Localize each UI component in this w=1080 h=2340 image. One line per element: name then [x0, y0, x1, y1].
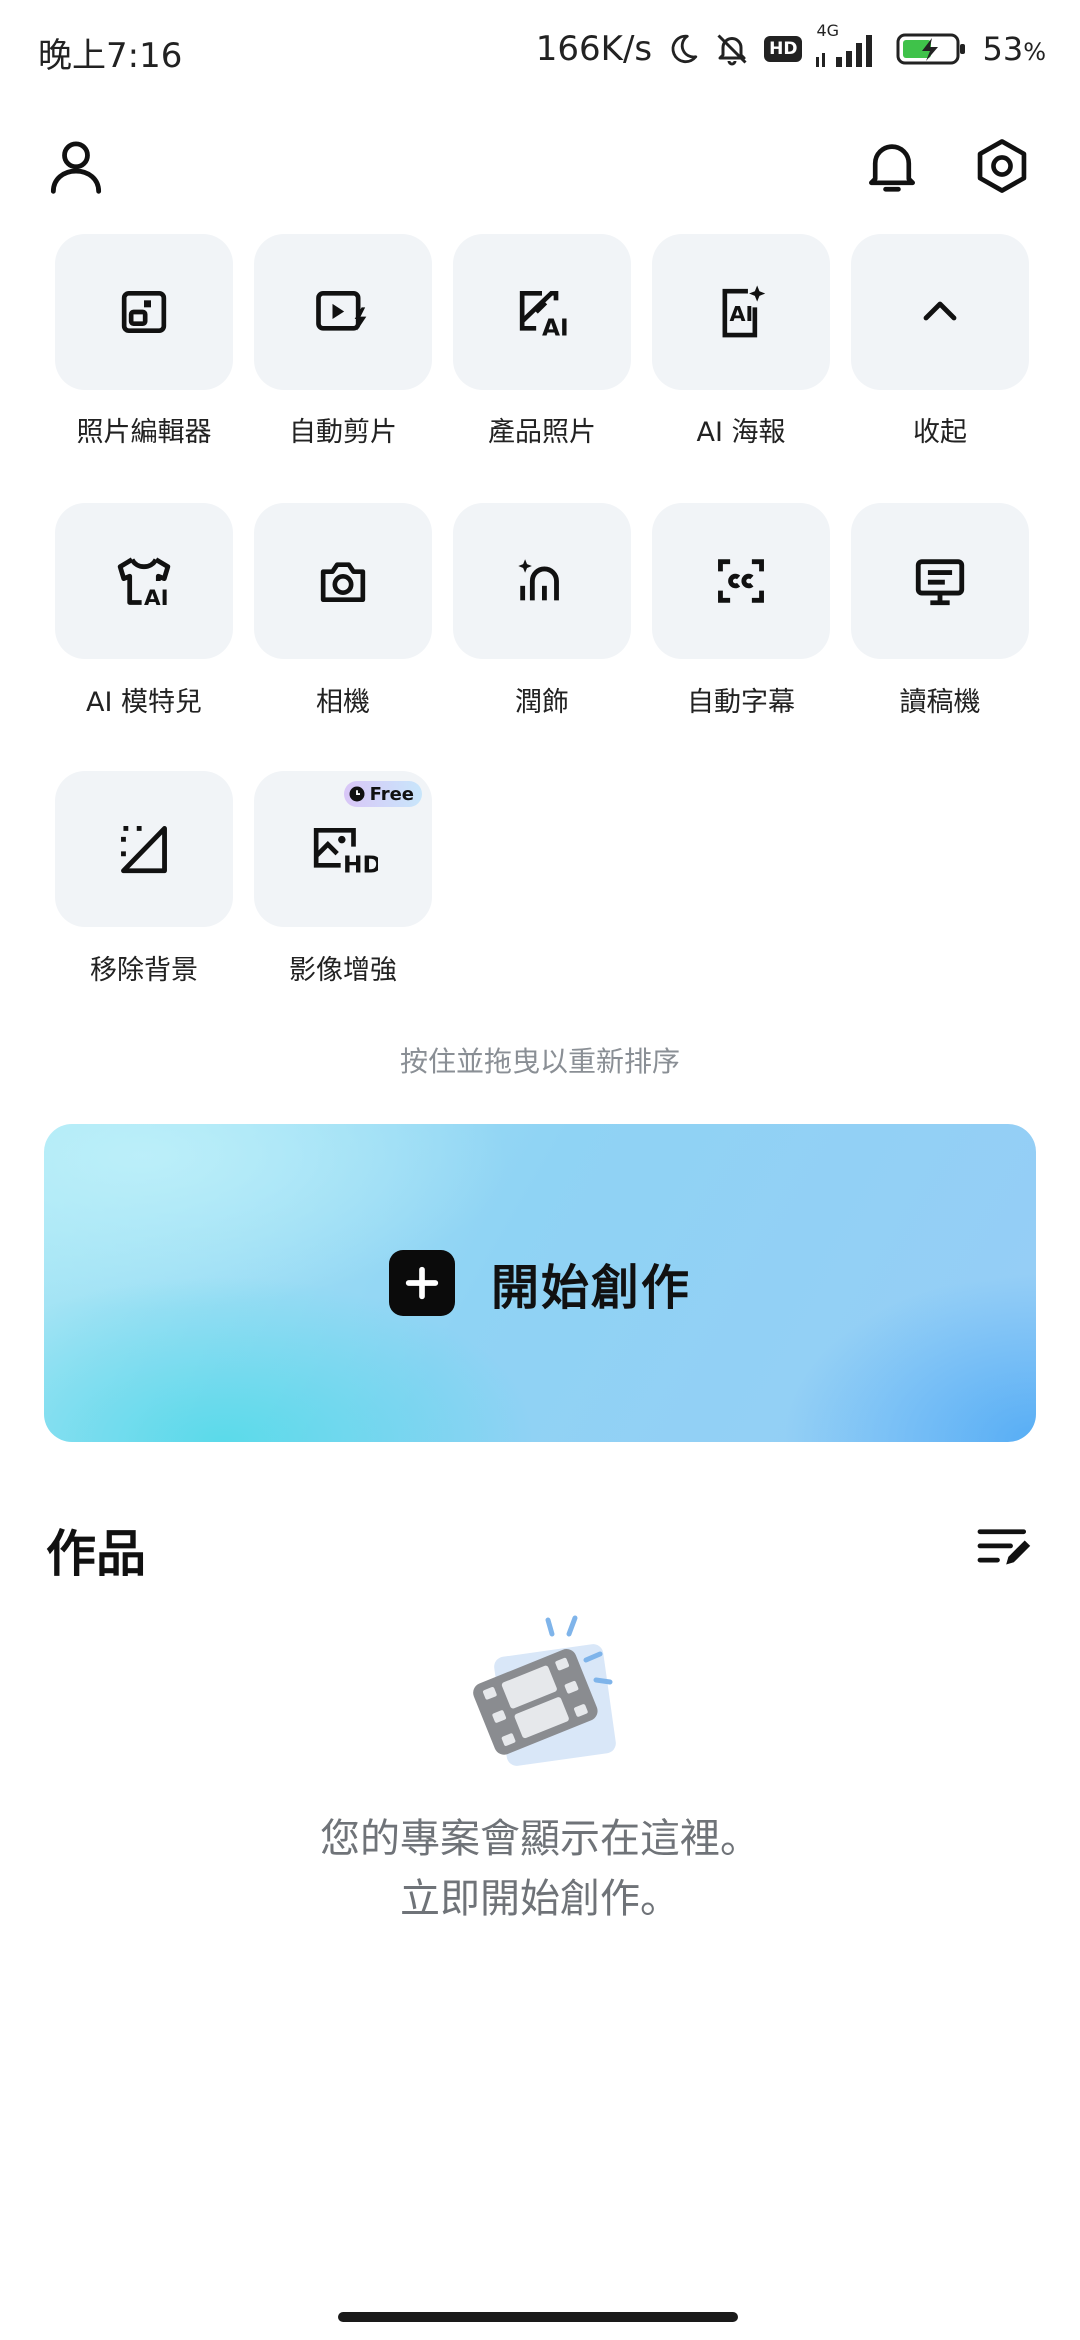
camera-icon — [320, 562, 366, 602]
auto-cut-icon — [316, 291, 367, 331]
home-indicator[interactable] — [338, 2312, 738, 2322]
moon-icon — [666, 32, 700, 66]
status-time: 晚上7:16 — [38, 36, 183, 76]
chevron-up-icon — [923, 301, 957, 321]
tool-label: 自動剪片 — [289, 417, 397, 448]
tool-photo-editor[interactable] — [55, 234, 233, 390]
tool-auto-captions[interactable] — [652, 503, 830, 659]
tool-label: 讀稿機 — [899, 687, 981, 718]
tool-remove-background[interactable] — [55, 771, 233, 927]
gear-icon — [977, 139, 1027, 193]
works-title: 作品 — [46, 1525, 146, 1583]
clock-icon — [349, 786, 365, 802]
battery-icon — [896, 32, 968, 66]
tool-teleprompter[interactable] — [851, 503, 1029, 659]
svg-text:AI: AI — [144, 586, 169, 611]
retouch-icon — [518, 559, 559, 601]
ai-model-icon: AI — [117, 557, 171, 611]
start-creation-label: 開始創作 — [490, 1260, 691, 1316]
enhance-hd-icon: HD — [313, 828, 378, 877]
tool-label: 產品照片 — [488, 417, 596, 448]
tool-label: 照片編輯器 — [76, 417, 212, 448]
tool-label: 收起 — [913, 417, 967, 448]
reorder-hint: 按住並拖曳以重新排序 — [399, 1045, 680, 1078]
tool-auto-cut[interactable] — [254, 234, 432, 390]
mute-bell-icon — [714, 31, 750, 67]
svg-text:AI: AI — [729, 302, 753, 326]
tool-ai-poster[interactable]: AI — [652, 234, 830, 390]
notifications-button[interactable] — [852, 126, 932, 206]
tool-product-photo[interactable]: AI — [453, 234, 631, 390]
profile-button[interactable] — [36, 126, 116, 206]
collapse-button[interactable] — [851, 234, 1029, 390]
plus-icon — [388, 1250, 455, 1316]
status-bar: 晚上7:16 166K/s HD 4G 53% — [0, 0, 1080, 100]
signal-icon: 4G — [816, 21, 882, 69]
tool-ai-model[interactable]: AI — [55, 503, 233, 659]
tool-label: 潤飾 — [515, 687, 569, 718]
product-photo-icon: AI — [519, 291, 569, 340]
tool-label: 自動字幕 — [687, 687, 795, 718]
remove-background-icon — [121, 826, 167, 874]
tool-camera[interactable] — [254, 503, 432, 659]
photo-editor-icon — [121, 291, 167, 333]
start-creation-button[interactable]: 開始創作 — [44, 1124, 1036, 1442]
tool-label: AI 海報 — [696, 417, 786, 448]
tool-label: 影像增強 — [289, 955, 397, 986]
teleprompter-icon — [915, 559, 965, 606]
empty-state-line1: 您的專案會顯示在這裡。 — [320, 1816, 760, 1862]
auto-captions-icon — [718, 559, 764, 603]
tool-label: 移除背景 — [90, 955, 198, 986]
hd-badge: HD — [764, 36, 803, 62]
net-speed: 166K/s — [535, 29, 653, 69]
bell-icon — [869, 144, 915, 192]
list-edit-icon — [977, 1529, 1031, 1565]
status-icons: 166K/s HD 4G 53% — [535, 21, 1046, 74]
tool-enhance[interactable]: Free HD — [254, 771, 432, 927]
film-reel-illustration — [473, 1615, 616, 1766]
edit-projects-button[interactable] — [966, 1512, 1042, 1582]
svg-text:AI: AI — [542, 313, 569, 340]
settings-button[interactable] — [962, 126, 1042, 206]
tool-label: AI 模特兒 — [85, 687, 202, 718]
svg-text:HD: HD — [343, 850, 378, 877]
user-icon — [50, 141, 102, 194]
empty-state-line2: 立即開始創作。 — [400, 1876, 680, 1922]
battery-percent: 53% — [982, 30, 1046, 68]
tool-label: 相機 — [316, 687, 370, 718]
tool-retouch[interactable] — [453, 503, 631, 659]
free-badge: Free — [343, 781, 422, 807]
ai-poster-icon: AI — [722, 285, 766, 338]
